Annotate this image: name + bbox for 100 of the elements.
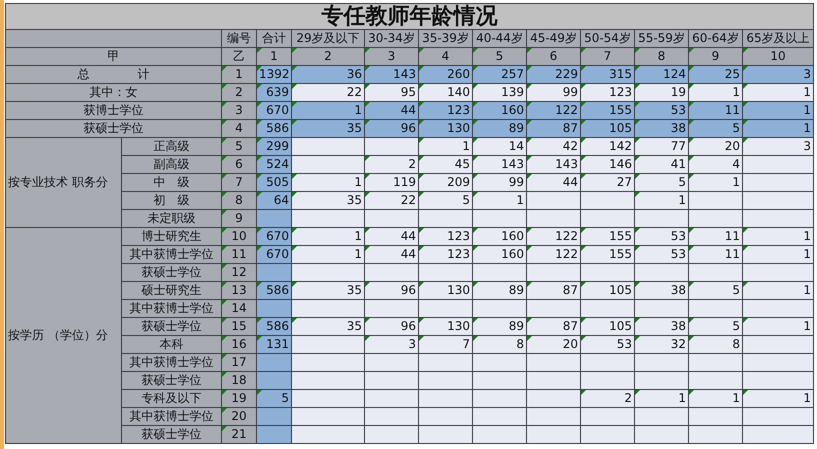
- row-label: 获硕士学位: [122, 426, 222, 444]
- table-cell: [256, 408, 292, 426]
- table-cell: 1: [742, 102, 814, 120]
- table-cell: [634, 372, 688, 390]
- table-cell: [364, 372, 418, 390]
- table-cell: [742, 354, 814, 372]
- table-cell: 87: [526, 282, 580, 300]
- table-cell: 38: [634, 282, 688, 300]
- table-cell: 505: [256, 174, 292, 192]
- table-cell: 99: [526, 84, 580, 102]
- row-label: 未定职级: [122, 210, 222, 228]
- table-cell: [580, 372, 634, 390]
- table-cell: 35: [292, 318, 364, 336]
- table-cell: 130: [418, 282, 472, 300]
- table-cell: 142: [580, 138, 634, 156]
- table-cell: [418, 300, 472, 318]
- table-cell: 11: [688, 102, 742, 120]
- column-header: 65岁及以上: [742, 30, 814, 48]
- table-cell: 1: [688, 390, 742, 408]
- table-cell: [364, 138, 418, 156]
- table-cell: [688, 408, 742, 426]
- table-cell: 2: [364, 156, 418, 174]
- table-cell: 670: [256, 228, 292, 246]
- table-cell: 1: [742, 282, 814, 300]
- table-cell: 257: [472, 66, 526, 84]
- table-cell: 19: [634, 84, 688, 102]
- table-cell: 143: [526, 156, 580, 174]
- table-cell: 89: [472, 318, 526, 336]
- table-cell: [526, 192, 580, 210]
- table-cell: 143: [364, 66, 418, 84]
- table-cell: 25: [688, 66, 742, 84]
- row-code: 2: [222, 84, 256, 102]
- table-cell: 4: [688, 156, 742, 174]
- table-cell: 130: [418, 120, 472, 138]
- group-label: 按专业技术 职务分: [6, 138, 122, 228]
- table-cell: [256, 210, 292, 228]
- table-cell: [472, 408, 526, 426]
- table-cell: 105: [580, 120, 634, 138]
- table-cell: [418, 264, 472, 282]
- column-header: 35-39岁: [418, 30, 472, 48]
- table-cell: 44: [364, 246, 418, 264]
- column-header: 55-59岁: [634, 30, 688, 48]
- row-label: 初 级: [122, 192, 222, 210]
- table-cell: 3: [742, 66, 814, 84]
- table-cell: 639: [256, 84, 292, 102]
- row-label: 总 计: [6, 66, 222, 84]
- table-cell: 146: [580, 156, 634, 174]
- table-cell: [418, 408, 472, 426]
- column-number: 5: [472, 48, 526, 66]
- table-cell: 1: [292, 228, 364, 246]
- table-cell: 44: [364, 102, 418, 120]
- table-cell: [256, 264, 292, 282]
- table-cell: 20: [526, 336, 580, 354]
- column-header: 50-54岁: [580, 30, 634, 48]
- row-label: 中 级: [122, 174, 222, 192]
- column-number: 9: [688, 48, 742, 66]
- row-code: 13: [222, 282, 256, 300]
- column-number: 3: [364, 48, 418, 66]
- table-cell: 123: [418, 102, 472, 120]
- row-code: 12: [222, 264, 256, 282]
- column-number: 7: [580, 48, 634, 66]
- table-cell: [418, 372, 472, 390]
- row-code: 11: [222, 246, 256, 264]
- table-cell: [256, 372, 292, 390]
- table-cell: 1: [292, 102, 364, 120]
- column-number: 8: [634, 48, 688, 66]
- table-cell: 22: [364, 192, 418, 210]
- table-cell: 1: [742, 120, 814, 138]
- column-number: 1: [256, 48, 292, 66]
- table-cell: [364, 300, 418, 318]
- table-cell: 586: [256, 120, 292, 138]
- group-label: 按学历 （学位）分: [6, 228, 122, 444]
- table-cell: [634, 264, 688, 282]
- table-cell: 260: [418, 66, 472, 84]
- table-cell: 123: [418, 246, 472, 264]
- table-cell: 123: [418, 228, 472, 246]
- table-cell: [742, 156, 814, 174]
- table-cell: 27: [580, 174, 634, 192]
- row-code: 8: [222, 192, 256, 210]
- row-code: 18: [222, 372, 256, 390]
- table-cell: [742, 372, 814, 390]
- table-cell: [688, 354, 742, 372]
- table-cell: [580, 264, 634, 282]
- table-cell: 11: [688, 246, 742, 264]
- column-number: 10: [742, 48, 814, 66]
- table-cell: 35: [292, 120, 364, 138]
- table-cell: 3: [364, 336, 418, 354]
- table-cell: 7: [418, 336, 472, 354]
- table-cell: 14: [472, 138, 526, 156]
- table-cell: 89: [472, 282, 526, 300]
- table-cell: 1: [688, 174, 742, 192]
- column-header: 29岁及以下: [292, 30, 364, 48]
- row-header: 甲: [6, 48, 222, 66]
- column-header: 60-64岁: [688, 30, 742, 48]
- row-code: 20: [222, 408, 256, 426]
- row-code: 7: [222, 174, 256, 192]
- table-cell: 41: [634, 156, 688, 174]
- table-cell: [472, 264, 526, 282]
- row-code: 6: [222, 156, 256, 174]
- table-cell: 1392: [256, 66, 292, 84]
